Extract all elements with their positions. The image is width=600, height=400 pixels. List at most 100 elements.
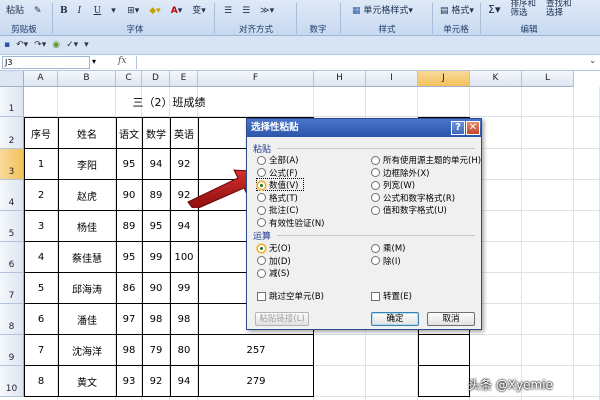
row-header-6[interactable]: 6 xyxy=(0,242,24,273)
table-cell: 80 xyxy=(177,345,191,356)
table-cell: 6 xyxy=(37,314,45,325)
table-border xyxy=(418,396,470,397)
italic-button[interactable]: I xyxy=(74,4,88,19)
radio-option[interactable]: 格式(T) xyxy=(257,192,298,204)
group-alignment: 对齐方式 xyxy=(238,25,273,35)
select-all-corner[interactable] xyxy=(0,71,24,87)
format-button[interactable]: ▤ 格式 ▾ xyxy=(436,4,478,19)
customize-qat-icon[interactable]: ▾ xyxy=(84,40,89,50)
radio-option[interactable]: 列宽(W) xyxy=(371,179,415,191)
column-header-j[interactable]: J xyxy=(418,71,470,87)
close-button[interactable]: ✕ xyxy=(466,121,480,135)
undo-icon[interactable]: ↶▾ xyxy=(16,40,28,50)
font-color-button[interactable]: A ▾ xyxy=(167,4,187,19)
column-header-k[interactable]: K xyxy=(470,71,522,87)
radio-option[interactable]: 值和数字格式(U) xyxy=(371,204,447,216)
phonetic-icon[interactable]: 变▾ xyxy=(188,4,210,19)
paste-link-button[interactable]: 粘贴链接(L) xyxy=(255,312,309,326)
column-header-c[interactable]: C xyxy=(116,71,142,87)
sort-filter-button[interactable]: 排序和 筛选 xyxy=(506,0,540,19)
sum-icon[interactable]: Σ▾ xyxy=(484,2,504,17)
divider xyxy=(277,235,475,236)
fill-color-icon[interactable]: ◆▾ xyxy=(145,4,164,19)
column-header-d[interactable]: D xyxy=(142,71,170,87)
radio-option[interactable]: 公式和数字格式(R) xyxy=(371,192,455,204)
column-header-e[interactable]: E xyxy=(170,71,198,87)
row-header-1[interactable]: 1 xyxy=(0,87,24,117)
table-border xyxy=(418,334,470,335)
table-border xyxy=(142,117,143,397)
radio-button xyxy=(371,243,380,253)
table-cell: 2 xyxy=(37,190,45,201)
gridline xyxy=(573,87,574,400)
redo-icon[interactable]: ↷▾ xyxy=(34,40,46,50)
paste-button[interactable]: 粘贴 xyxy=(2,4,28,19)
table-cell: 99 xyxy=(149,252,163,263)
column-header-a[interactable]: A xyxy=(24,71,58,87)
paste-special-dialog: 选择性粘贴 ? ✕ 粘贴 运算 跳过空单元(B) 转置(E) 粘贴链接(L) 确… xyxy=(246,118,482,330)
fx-icon[interactable]: fx xyxy=(118,56,126,66)
radio-option[interactable]: 所有使用源主题的单元(H) xyxy=(371,154,481,166)
underline-button[interactable]: U xyxy=(90,4,106,19)
print-preview-icon[interactable]: ◉ xyxy=(52,40,60,50)
group-cells: 单元格 xyxy=(443,25,469,35)
skip-blanks-checkbox[interactable]: 跳过空单元(B) xyxy=(257,290,324,302)
name-box[interactable]: J3 xyxy=(2,56,90,69)
radio-option[interactable]: 除(I) xyxy=(371,255,401,267)
column-header-b[interactable]: B xyxy=(58,71,116,87)
cell-style-button[interactable]: ▦ 单元格样式 ▾ xyxy=(348,4,417,19)
bold-button[interactable]: B xyxy=(56,4,72,19)
row-header-4[interactable]: 4 xyxy=(0,180,24,211)
transpose-checkbox[interactable]: 转置(E) xyxy=(371,290,412,302)
column-header-i[interactable]: I xyxy=(366,71,418,87)
radio-option[interactable]: 乘(M) xyxy=(371,242,405,254)
name-box-dropdown-icon[interactable]: ▾ xyxy=(92,57,96,66)
row-header-7[interactable]: 7 xyxy=(0,273,24,304)
find-select-button[interactable]: 查找和 选择 xyxy=(542,0,576,19)
radio-option[interactable]: 批注(C) xyxy=(257,204,299,216)
radio-button xyxy=(257,205,266,215)
column-header-f[interactable]: F xyxy=(198,71,314,87)
align-center-icon[interactable]: ☰ xyxy=(238,4,254,19)
radio-option[interactable]: 加(D) xyxy=(257,255,291,267)
table-cell: 8 xyxy=(37,376,45,387)
column-header-h[interactable]: H xyxy=(314,71,366,87)
underline-dropdown-icon[interactable]: ▾ xyxy=(107,4,121,19)
row-header-9[interactable]: 9 xyxy=(0,335,24,366)
format-painter-icon[interactable]: ✎ xyxy=(30,4,46,19)
ok-button[interactable]: 确定 xyxy=(371,312,419,326)
table-cell: 3 xyxy=(37,221,45,232)
table-cell: 97 xyxy=(122,314,136,325)
cancel-button[interactable]: 取消 xyxy=(427,312,475,326)
table-cell: 92 xyxy=(149,376,163,387)
expand-formula-bar-icon[interactable]: ⌄ xyxy=(589,56,596,65)
formula-input[interactable] xyxy=(136,56,576,69)
border-icon[interactable]: ⊞▾ xyxy=(123,4,143,19)
cell-style-label: 单元格样式 xyxy=(363,5,409,16)
radio-option[interactable]: 减(S) xyxy=(257,267,290,279)
row-header-8[interactable]: 8 xyxy=(0,304,24,335)
table-cell: 95 xyxy=(122,252,136,263)
orientation-icon[interactable]: ≫▾ xyxy=(256,4,278,19)
radio-option[interactable]: 全部(A) xyxy=(257,154,298,166)
radio-option[interactable]: 公式(F) xyxy=(257,167,298,179)
radio-option[interactable]: 数值(V) xyxy=(257,179,298,191)
table-border xyxy=(24,365,314,366)
row-header-5[interactable]: 5 xyxy=(0,211,24,242)
align-left-icon[interactable]: ☰ xyxy=(220,4,236,19)
row-header-2[interactable]: 2 xyxy=(0,117,24,149)
table-border xyxy=(24,396,314,397)
radio-option[interactable]: 边框除外(X) xyxy=(371,167,429,179)
table-header-cell: 姓名 xyxy=(77,129,97,141)
column-header-l[interactable]: L xyxy=(522,71,574,87)
format-icon: ▤ xyxy=(440,5,449,16)
radio-button xyxy=(371,155,380,165)
help-button[interactable]: ? xyxy=(451,121,465,135)
row-header-10[interactable]: 10 xyxy=(0,366,24,397)
row-header-3[interactable]: 3 xyxy=(0,149,24,180)
radio-option[interactable]: 有效性验证(N) xyxy=(257,217,325,229)
spell-check-icon[interactable]: ✓▾ xyxy=(66,40,78,50)
radio-label: 列宽(W) xyxy=(383,181,416,191)
save-icon[interactable]: ▪ xyxy=(4,40,10,50)
radio-option[interactable]: 无(O) xyxy=(257,242,291,254)
